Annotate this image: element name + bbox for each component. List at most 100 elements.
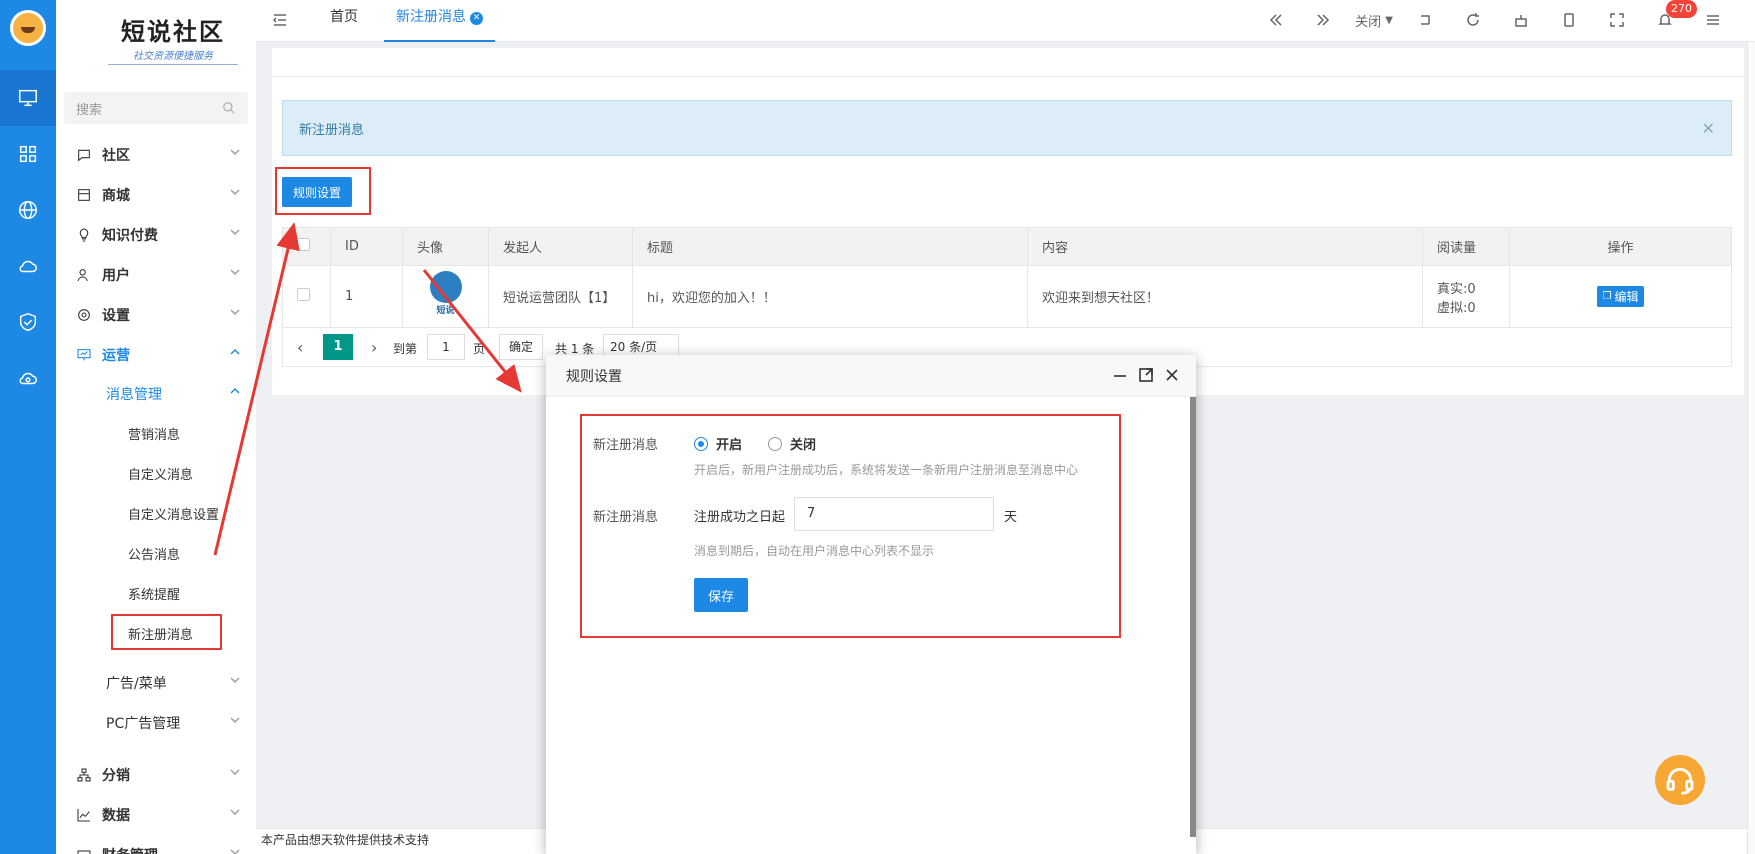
- menu-label: 财务管理: [102, 845, 158, 854]
- alert-text: 新注册消息: [299, 122, 365, 138]
- chevron-down-icon: [230, 189, 240, 195]
- menu-settings[interactable]: 设置: [56, 295, 256, 335]
- tab-home[interactable]: 首页: [330, 0, 358, 42]
- store-icon: [78, 189, 90, 201]
- menu-users[interactable]: 用户: [56, 255, 256, 295]
- menu-label: 分销: [102, 768, 130, 784]
- close-icon[interactable]: [1164, 367, 1180, 383]
- chevron-down-icon: [230, 809, 240, 815]
- chevron-down-icon: [230, 229, 240, 235]
- cloud-eye-icon[interactable]: [0, 350, 56, 406]
- next-page-icon[interactable]: ›: [371, 338, 377, 357]
- sidebar-item-announcement[interactable]: 公告消息: [128, 533, 256, 573]
- customer-support-button[interactable]: [1655, 755, 1705, 805]
- menu-community[interactable]: 社区: [56, 135, 256, 175]
- sidebar-item-custom-msg[interactable]: 自定义消息: [128, 453, 256, 493]
- notification-badge: 270: [1666, 0, 1697, 18]
- goto-page-input[interactable]: 1: [427, 334, 465, 360]
- globe-icon[interactable]: [0, 182, 56, 238]
- menu-knowledge[interactable]: 知识付费: [56, 215, 256, 255]
- user-icon: [77, 269, 88, 282]
- menu-label: 营销消息: [128, 427, 181, 443]
- menu-label: 社区: [102, 148, 130, 164]
- row-sender: 短说运营团队【1】: [488, 265, 633, 328]
- minimize-icon[interactable]: [1112, 367, 1128, 383]
- tab-close-icon[interactable]: ✕: [470, 12, 483, 25]
- menu-fold-icon[interactable]: [272, 12, 288, 28]
- fullscreen-icon[interactable]: [1606, 9, 1628, 31]
- page-1-button[interactable]: 1: [323, 334, 353, 360]
- row-content: 欢迎来到想天社区！: [1027, 265, 1423, 328]
- menu-message-management[interactable]: 消息管理: [56, 374, 256, 414]
- presentation-icon: [77, 349, 91, 361]
- prev-page-icon[interactable]: ‹: [297, 338, 303, 357]
- menu-data[interactable]: 数据: [56, 795, 256, 835]
- menu-label: 自定义消息设置: [128, 507, 220, 523]
- scroll-left-icon[interactable]: [1265, 9, 1287, 31]
- monitor-icon[interactable]: [0, 70, 56, 126]
- message-table: ID 头像 发起人 标题 内容 阅读量 操作 1 短说 短说运营团队【1】 hi…: [282, 227, 1732, 328]
- wallet-icon: [77, 850, 91, 854]
- apps-grid-icon[interactable]: [0, 126, 56, 182]
- search-placeholder: 搜索: [76, 102, 103, 118]
- shield-icon[interactable]: [0, 294, 56, 350]
- col-avatar: 头像: [402, 227, 489, 266]
- maximize-icon[interactable]: [1138, 367, 1154, 383]
- menu-label: 运营: [102, 348, 130, 364]
- chevron-down-icon: [230, 269, 240, 275]
- mobile-icon[interactable]: [1558, 9, 1580, 31]
- goto-label: 到第: [393, 342, 418, 356]
- menu-label: 广告/菜单: [106, 676, 167, 692]
- select-all-cell[interactable]: [282, 227, 331, 266]
- table-row: 1 短说 短说运营团队【1】 hi，欢迎您的加入！！ 欢迎来到想天社区！ 真实:…: [282, 265, 1732, 328]
- menu-label: PC广告管理: [106, 716, 181, 732]
- brand-title: 短说社区: [121, 17, 225, 46]
- menu-finance[interactable]: 财务管理: [56, 835, 256, 854]
- sidebar: 短说社区 社交资源便捷服务 搜索 社区 商城 知识付费 用户 设置 运营 消息管…: [56, 0, 256, 854]
- lock-screen-icon[interactable]: [1414, 9, 1436, 31]
- icon-rail: [0, 0, 56, 854]
- sidebar-search[interactable]: 搜索: [64, 92, 248, 124]
- refresh-icon[interactable]: [1462, 9, 1484, 31]
- reads-virtual: 虚拟:0: [1437, 300, 1476, 316]
- goto-confirm-button[interactable]: 确定: [499, 334, 543, 360]
- edit-button[interactable]: ❐ 编辑: [1596, 286, 1645, 307]
- close-icon[interactable]: ✕: [1702, 119, 1715, 138]
- info-alert: 新注册消息 ✕: [282, 100, 1732, 156]
- edit-label: 编辑: [1614, 290, 1639, 304]
- menu-pc-ads[interactable]: PC广告管理: [56, 703, 256, 743]
- select-all-checkbox[interactable]: [297, 238, 310, 251]
- menu-label: 知识付费: [102, 228, 158, 244]
- chevron-down-icon: [230, 717, 240, 723]
- sidebar-item-custom-msg-settings[interactable]: 自定义消息设置: [128, 493, 256, 533]
- close-tabs-dropdown[interactable]: 关闭 ▼: [1351, 9, 1397, 31]
- scroll-right-icon[interactable]: [1312, 9, 1334, 31]
- row-title: hi，欢迎您的加入！！: [632, 265, 1028, 328]
- chat-icon: [78, 149, 90, 162]
- row-checkbox[interactable]: [297, 288, 310, 301]
- theme-icon[interactable]: [1510, 9, 1532, 31]
- sidebar-item-system-reminder[interactable]: 系统提醒: [128, 573, 256, 613]
- brand-slogan: 社交资源便捷服务: [108, 47, 238, 65]
- menu-ads[interactable]: 广告/菜单: [56, 663, 256, 703]
- more-menu-icon[interactable]: [1702, 9, 1724, 31]
- dialog-scrollbar[interactable]: [1190, 397, 1196, 837]
- gear-icon: [78, 309, 90, 321]
- network-icon: [77, 768, 91, 782]
- row-select-cell[interactable]: [282, 265, 331, 328]
- menu-label: 数据: [102, 808, 130, 824]
- chevron-up-icon: [230, 388, 240, 394]
- row-actions: ❐ 编辑: [1509, 265, 1732, 328]
- sidebar-item-marketing-msg[interactable]: 营销消息: [128, 413, 256, 453]
- menu-distribution[interactable]: 分销: [56, 755, 256, 795]
- avatar: [429, 271, 462, 303]
- cloud-icon[interactable]: [0, 238, 56, 294]
- page-size-value: 20 条/页: [610, 340, 658, 354]
- annotation-box-sidebar-item: [111, 614, 222, 650]
- menu-store[interactable]: 商城: [56, 175, 256, 215]
- chart-icon: [77, 809, 90, 822]
- menu-operations[interactable]: 运营: [56, 335, 256, 375]
- tab-new-register-msg[interactable]: 新注册消息 ✕: [384, 0, 495, 42]
- page-scrollbar[interactable]: [1747, 42, 1755, 854]
- menu-label: 公告消息: [128, 547, 181, 563]
